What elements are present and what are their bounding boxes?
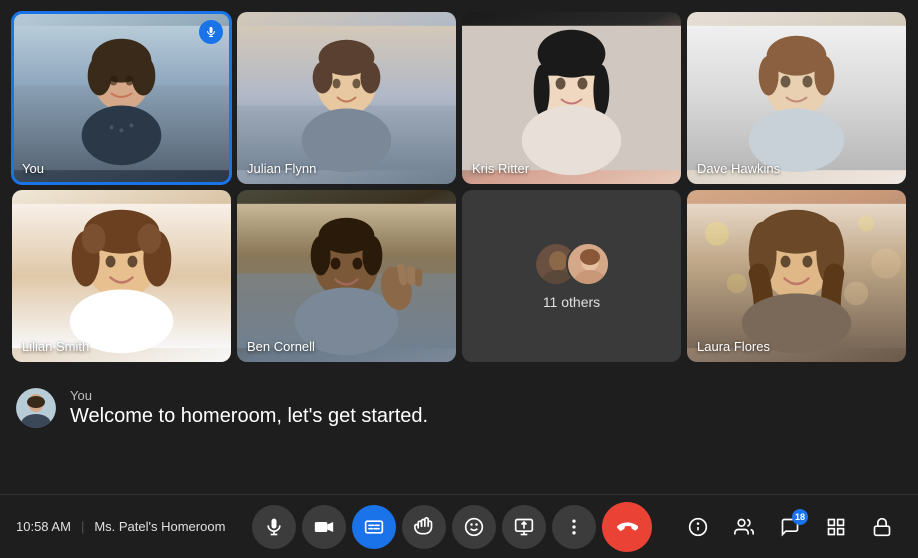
message-content: You Welcome to homeroom, let's get start…	[70, 388, 428, 428]
people-button[interactable]	[724, 507, 764, 547]
tile-label-julian: Julian Flynn	[247, 161, 316, 176]
tile-label-kris: Kris Ritter	[472, 161, 529, 176]
message-sender: You	[70, 388, 428, 403]
bottom-bar: 10:58 AM | Ms. Patel's Homeroom	[0, 494, 918, 558]
raise-hand-button[interactable]	[402, 505, 446, 549]
meeting-title: Ms. Patel's Homeroom	[94, 519, 225, 534]
video-tile-kris[interactable]: Kris Ritter	[462, 12, 681, 184]
present-button[interactable]	[502, 505, 546, 549]
mic-button[interactable]	[252, 505, 296, 549]
video-tile-others[interactable]: 11 others	[462, 190, 681, 362]
video-tile-laura[interactable]: Laura Flores	[687, 190, 906, 362]
captions-button[interactable]	[352, 505, 396, 549]
tile-label-you: You	[22, 161, 44, 176]
video-tile-ben[interactable]: Ben Cornell	[237, 190, 456, 362]
tile-label-ben: Ben Cornell	[247, 339, 315, 354]
activities-button[interactable]	[816, 507, 856, 547]
bottom-center-controls	[252, 502, 652, 552]
more-options-button[interactable]	[552, 505, 596, 549]
others-avatar-2	[566, 242, 610, 286]
chat-badge: 18	[792, 509, 808, 525]
host-controls-button[interactable]	[862, 507, 902, 547]
meeting-time: 10:58 AM	[16, 519, 71, 534]
message-text: Welcome to homeroom, let's get started.	[70, 405, 428, 428]
bottom-right-controls: 18	[678, 507, 902, 547]
video-tile-julian[interactable]: Julian Flynn	[237, 12, 456, 184]
tile-label-laura: Laura Flores	[697, 339, 770, 354]
info-button[interactable]	[678, 507, 718, 547]
message-area: You Welcome to homeroom, let's get start…	[0, 370, 918, 445]
camera-button[interactable]	[302, 505, 346, 549]
chat-button[interactable]: 18	[770, 507, 810, 547]
end-call-button[interactable]	[602, 502, 652, 552]
message-avatar	[16, 388, 56, 428]
tile-label-lilian: Lilian Smith	[22, 339, 89, 354]
video-grid: You	[0, 0, 918, 370]
video-tile-you[interactable]: You	[12, 12, 231, 184]
tile-label-dave: Dave Hawkins	[697, 161, 780, 176]
bottom-left: 10:58 AM | Ms. Patel's Homeroom	[16, 519, 225, 534]
emoji-button[interactable]	[452, 505, 496, 549]
others-avatars	[534, 242, 610, 286]
speaking-indicator-you	[199, 20, 223, 44]
time-divider: |	[81, 519, 84, 534]
video-tile-dave[interactable]: Dave Hawkins	[687, 12, 906, 184]
video-tile-lilian[interactable]: Lilian Smith	[12, 190, 231, 362]
others-count: 11 others	[543, 294, 600, 310]
